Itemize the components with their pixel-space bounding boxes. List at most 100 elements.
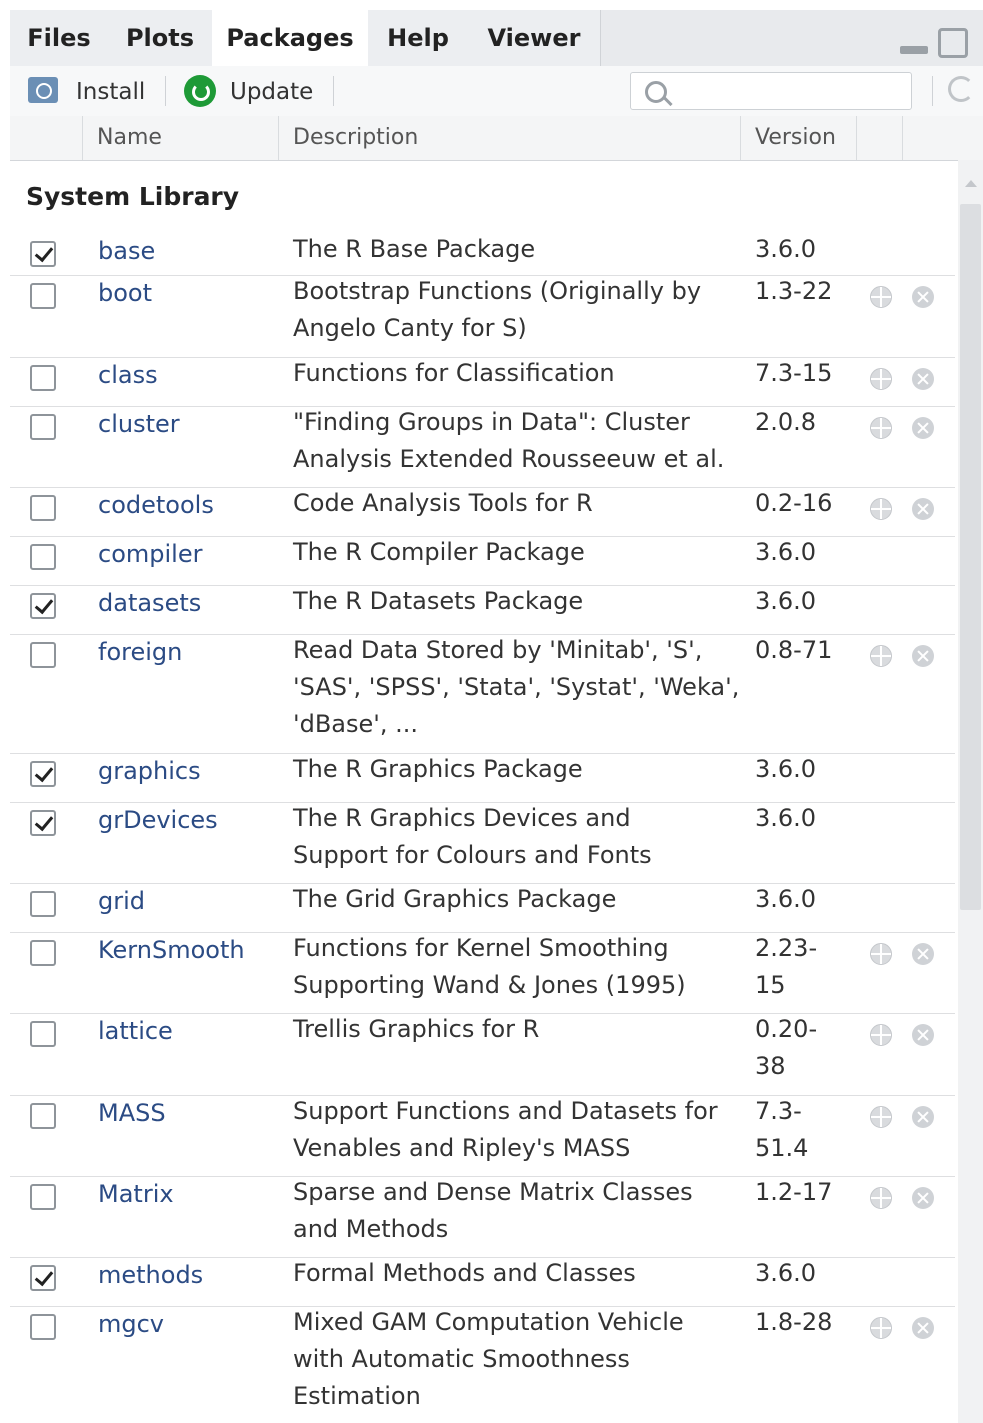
minimize-pane-icon[interactable] (900, 46, 928, 54)
package-loaded-checkbox[interactable] (30, 241, 56, 267)
package-row: base The R Base Package 3.6.0 (10, 233, 955, 276)
tab-files[interactable]: Files (10, 10, 109, 66)
remove-package-icon[interactable] (912, 943, 934, 965)
package-version-line: 15 (755, 971, 786, 999)
toolbar-divider (333, 76, 334, 106)
remove-package-icon[interactable] (912, 417, 934, 439)
package-name-link[interactable]: KernSmooth (98, 936, 245, 964)
column-header-description[interactable]: Description (278, 116, 740, 160)
package-description: Bootstrap Functions (Originally by Angelo… (293, 273, 743, 347)
package-name-link[interactable]: Matrix (98, 1180, 174, 1208)
package-description: Mixed GAM Computation Vehicle with Automa… (293, 1304, 743, 1415)
package-version-line: 0.20- (755, 1015, 818, 1043)
column-header-version[interactable]: Version (740, 116, 856, 160)
package-version-line: 38 (755, 1052, 786, 1080)
remove-package-icon[interactable] (912, 498, 934, 520)
package-loaded-checkbox[interactable] (30, 544, 56, 570)
globe-icon[interactable] (870, 498, 892, 520)
vertical-scrollbar[interactable] (958, 160, 983, 1423)
package-version-line: 3.6.0 (755, 538, 817, 566)
globe-icon[interactable] (870, 286, 892, 308)
search-icon (645, 81, 667, 103)
scroll-up-arrow-icon[interactable] (965, 180, 977, 187)
remove-package-icon[interactable] (912, 286, 934, 308)
tab-plots[interactable]: Plots (108, 10, 213, 66)
remove-package-icon[interactable] (912, 1317, 934, 1339)
package-loaded-checkbox[interactable] (30, 940, 56, 966)
package-loaded-checkbox[interactable] (30, 1265, 56, 1291)
column-header-web (856, 116, 902, 160)
package-description: The R Graphics Devices and Support for Co… (293, 800, 743, 874)
maximize-pane-icon[interactable] (938, 28, 968, 58)
package-name-link[interactable]: class (98, 361, 158, 389)
remove-package-icon[interactable] (912, 645, 934, 667)
package-description-line: Functions for Kernel Smoothing (293, 934, 669, 962)
tab-viewer[interactable]: Viewer (468, 10, 601, 66)
package-name-link[interactable]: foreign (98, 638, 182, 666)
package-description-line: The R Base Package (293, 235, 536, 263)
package-name-link[interactable]: compiler (98, 540, 202, 568)
package-name-link[interactable]: lattice (98, 1017, 173, 1045)
package-name-link[interactable]: graphics (98, 757, 201, 785)
column-header-check (10, 116, 82, 160)
globe-icon[interactable] (870, 943, 892, 965)
package-row: compiler The R Compiler Package 3.6.0 (10, 536, 955, 586)
package-name-link[interactable]: grDevices (98, 806, 218, 834)
package-name-link[interactable]: boot (98, 279, 152, 307)
globe-icon[interactable] (870, 1024, 892, 1046)
package-loaded-checkbox[interactable] (30, 365, 56, 391)
package-name-link[interactable]: codetools (98, 491, 214, 519)
column-header-name[interactable]: Name (82, 116, 278, 160)
remove-package-icon[interactable] (912, 368, 934, 390)
refresh-icon[interactable] (948, 76, 974, 102)
package-description-line: Support for Colours and Fonts (293, 841, 652, 869)
package-name-link[interactable]: methods (98, 1261, 203, 1289)
package-version-line: 0.2-16 (755, 489, 833, 517)
package-search-field[interactable] (630, 72, 912, 110)
globe-icon[interactable] (870, 645, 892, 667)
package-row: boot Bootstrap Functions (Originally by An… (10, 275, 955, 358)
package-description: The R Compiler Package (293, 534, 743, 571)
package-name-link[interactable]: MASS (98, 1099, 166, 1127)
package-description-line: 'dBase', ... (293, 710, 419, 738)
tab-packages[interactable]: Packages (212, 10, 369, 67)
package-description-line: The R Compiler Package (293, 538, 585, 566)
package-loaded-checkbox[interactable] (30, 414, 56, 440)
globe-icon[interactable] (870, 368, 892, 390)
package-loaded-checkbox[interactable] (30, 810, 56, 836)
package-loaded-checkbox[interactable] (30, 891, 56, 917)
package-loaded-checkbox[interactable] (30, 761, 56, 787)
package-loaded-checkbox[interactable] (30, 1021, 56, 1047)
remove-package-icon[interactable] (912, 1024, 934, 1046)
package-name-link[interactable]: base (98, 237, 155, 265)
package-loaded-checkbox[interactable] (30, 593, 56, 619)
package-name-link[interactable]: cluster (98, 410, 180, 438)
remove-package-icon[interactable] (912, 1106, 934, 1128)
package-version: 1.2-17 (755, 1174, 835, 1211)
package-loaded-checkbox[interactable] (30, 1184, 56, 1210)
package-description-line: Trellis Graphics for R (293, 1015, 540, 1043)
globe-icon[interactable] (870, 1187, 892, 1209)
package-version-line: 3.6.0 (755, 804, 817, 832)
globe-icon[interactable] (870, 417, 892, 439)
remove-package-icon[interactable] (912, 1187, 934, 1209)
globe-icon[interactable] (870, 1317, 892, 1339)
package-version-line: 7.3- (755, 1097, 802, 1125)
package-name-link[interactable]: grid (98, 887, 145, 915)
package-description: Functions for Classification (293, 355, 743, 392)
pane-tab-bar: Files Plots Packages Help Viewer (10, 10, 983, 67)
package-name-link[interactable]: datasets (98, 589, 201, 617)
search-input[interactable] (675, 77, 899, 107)
package-loaded-checkbox[interactable] (30, 642, 56, 668)
tab-help[interactable]: Help (368, 10, 469, 66)
globe-icon[interactable] (870, 1106, 892, 1128)
package-loaded-checkbox[interactable] (30, 1103, 56, 1129)
package-loaded-checkbox[interactable] (30, 1314, 56, 1340)
package-version: 3.6.0 (755, 1255, 835, 1292)
scrollbar-thumb[interactable] (960, 204, 981, 910)
package-version-line: 1.8-28 (755, 1308, 833, 1336)
package-version: 3.6.0 (755, 881, 835, 918)
package-loaded-checkbox[interactable] (30, 283, 56, 309)
package-loaded-checkbox[interactable] (30, 495, 56, 521)
package-name-link[interactable]: mgcv (98, 1310, 164, 1338)
